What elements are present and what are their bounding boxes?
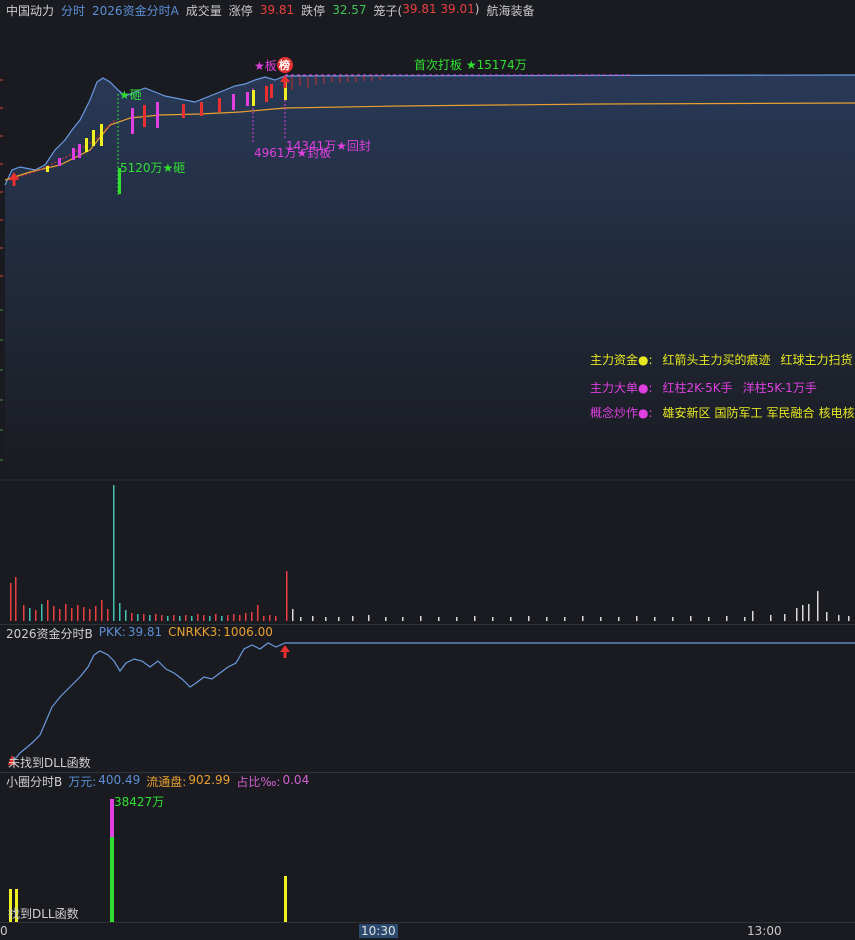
legend-concept-d[interactable]: 核电核能 xyxy=(819,404,855,421)
tab-fund-intraday-a[interactable]: 2026资金分时A xyxy=(92,2,179,19)
indicator-b-svg xyxy=(8,642,855,766)
legend-concept-a[interactable]: 雄安新区 xyxy=(663,404,711,421)
legend-main-fund-b: 红球主力扫货 xyxy=(780,353,853,367)
small-circle-dll-status: 找到DLL函数 xyxy=(8,907,79,921)
indicator-b-dll-status: 未找到DLL函数 xyxy=(8,756,91,770)
legend-key-concept: 概念炒作●: xyxy=(590,406,653,420)
time-axis-1300: 13:00 xyxy=(747,924,782,938)
volume-bars xyxy=(10,485,850,621)
legend-main-fund-a: 红箭头主力买的痕迹 xyxy=(662,353,771,367)
cage-high: 39.81 xyxy=(402,1,437,16)
main-chart-svg xyxy=(0,57,855,621)
first-board-annotation: 首次打板 ★15174万 xyxy=(414,58,527,72)
cage-low: 39.01 xyxy=(440,1,475,16)
limit-up-label: 涨停 xyxy=(228,3,253,18)
limit-down-value: 32.57 xyxy=(332,3,367,17)
sector-name[interactable]: 航海装备 xyxy=(486,2,534,19)
price-axis-ticks xyxy=(0,79,3,277)
smash-amount-annotation: 5120万★砸 xyxy=(120,161,186,175)
time-axis-left: 0 xyxy=(0,924,8,938)
pkk-line xyxy=(9,642,855,766)
small-circle-peak-label: 38427万 xyxy=(114,795,165,809)
legend-row-big-order: 主力大单●: 红柱2K-5K手 洋柱5K-1万手 xyxy=(590,379,817,396)
chart-header: 中国动力 分时 2026资金分时A 成交量 涨停 39.81 跌停 32.57 … xyxy=(0,0,855,20)
legend-big-order-a: 红柱2K-5K手 xyxy=(662,381,733,395)
legend-row-concept: 概念炒作●: 雄安新区 国防军工 军民融合 核电核能 xyxy=(590,404,855,421)
limit-down-label: 跌停 xyxy=(301,3,326,18)
smash-annotation: ★砸 xyxy=(119,88,142,102)
stock-name[interactable]: 中国动力 xyxy=(6,2,54,19)
legend-big-order-b: 洋柱5K-1万手 xyxy=(742,381,817,395)
legend-row-main-fund: 主力资金●: 红箭头主力买的痕迹 红球主力扫货 xyxy=(590,351,853,368)
tab-intraday[interactable]: 分时 xyxy=(61,2,85,19)
rank-badge-text: 榜 xyxy=(279,59,290,72)
time-axis: 0 10:30 13:00 xyxy=(0,922,855,940)
legend-concept-b[interactable]: 国防军工 xyxy=(715,404,763,421)
cage-info: 笼子( 39.81 39.01 ) xyxy=(374,2,480,19)
small-circle-panel[interactable]: 小圈分时B 万元: 400.49 流通盘: 902.99 占比‰: 0.04 3… xyxy=(0,772,855,923)
legend-key-main-fund: 主力资金●: xyxy=(590,353,653,367)
volume-label: 成交量 xyxy=(185,3,222,18)
cage-close: ) xyxy=(474,1,480,16)
reseal-annotation: 14341万★回封 xyxy=(286,139,371,153)
cage-label: 笼子( xyxy=(373,3,403,18)
limit-up-value: 39.81 xyxy=(259,3,295,17)
indicator-b-arrow-icon xyxy=(280,645,290,658)
main-intraday-chart[interactable]: ★砸 5120万★砸 ★板 榜 4961万★封板 14341万★回封 首次打板 … xyxy=(0,20,855,624)
board-annotation: ★板 xyxy=(254,59,277,73)
legend-concept-c[interactable]: 军民融合 xyxy=(767,404,815,421)
indicator-b-panel[interactable]: 2026资金分时B PKK: 39.81 CNRKK3: 1006.00 未找到… xyxy=(0,624,855,772)
time-axis-1030[interactable]: 10:30 xyxy=(359,924,398,938)
legend-key-big-order: 主力大单●: xyxy=(590,381,653,395)
